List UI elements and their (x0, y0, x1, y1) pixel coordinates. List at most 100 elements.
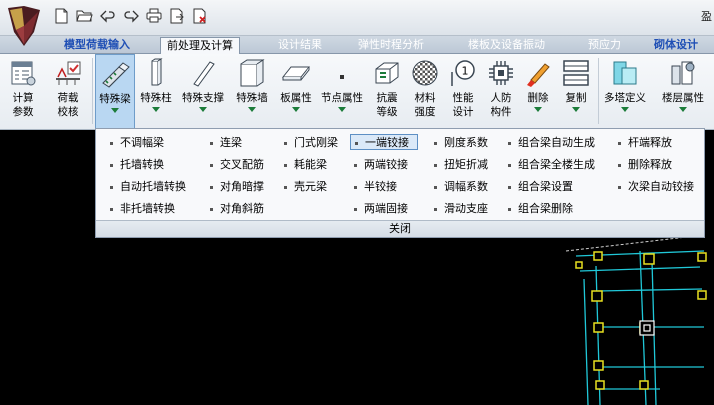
performance-design-button[interactable]: 1 性能 设计 (446, 54, 480, 130)
delete-label: 删除 (527, 92, 549, 104)
copy-button[interactable]: 复制 (558, 54, 594, 130)
special-beam-dropdown: 不调幅梁 托墙转换 自动托墙转换 非托墙转换 连梁 交叉配筋 对角暗撑 对角斜筋… (95, 128, 705, 238)
multi-tower-label: 多塔定义 (604, 92, 646, 104)
menu-item-coupling-beam[interactable]: 连梁 (206, 135, 242, 151)
load-check-label-1: 荷载 (57, 92, 79, 104)
chevron-down-icon (199, 107, 207, 112)
calc-params-icon (8, 58, 38, 88)
chevron-down-icon (338, 107, 346, 112)
copy-label: 复制 (565, 92, 587, 104)
multi-tower-button[interactable]: 多塔定义 (600, 54, 650, 130)
seismic-grade-label-1: 抗震 (376, 92, 398, 104)
menu-item-diagonal-concealed-brace[interactable]: 对角暗撑 (206, 179, 264, 195)
material-strength-icon (410, 58, 440, 88)
menu-item-redistribution-coefficient[interactable]: 调幅系数 (430, 179, 488, 195)
menu-item-cross-reinforcement[interactable]: 交叉配筋 (206, 157, 264, 173)
chevron-down-icon (621, 107, 629, 112)
ribbon-separator (598, 58, 599, 124)
menu-item-composite-beam-whole-building[interactable]: 组合梁全楼生成 (504, 157, 595, 173)
menu-item-portal-frame-beam[interactable]: 门式刚梁 (280, 135, 338, 151)
tab-prestress[interactable]: 预应力 (582, 37, 627, 54)
menu-item-both-ends-hinged[interactable]: 两端铰接 (350, 157, 408, 173)
menu-item-composite-beam-delete[interactable]: 组合梁删除 (504, 201, 573, 217)
print-icon[interactable] (144, 6, 163, 25)
performance-design-label-2: 设计 (452, 106, 474, 118)
menu-item-auto-wall-transfer[interactable]: 自动托墙转换 (106, 179, 186, 195)
menu-item-shell-beam[interactable]: 壳元梁 (280, 179, 327, 195)
special-column-label: 特殊柱 (140, 92, 172, 104)
tab-elastic-time-history[interactable]: 弹性时程分析 (352, 37, 430, 54)
special-beam-button[interactable]: 特殊梁 (95, 54, 135, 130)
tab-model-load-input[interactable]: 模型荷载输入 (58, 37, 136, 54)
special-brace-icon (188, 58, 218, 88)
slab-property-button[interactable]: 板属性 (276, 54, 316, 130)
floor-property-icon (668, 58, 698, 88)
menu-item-stiffness-coefficient[interactable]: 刚度系数 (430, 135, 488, 151)
floor-property-button[interactable]: 楼层属性 (656, 54, 710, 130)
special-brace-button[interactable]: 特殊支撑 (178, 54, 228, 130)
special-column-button[interactable]: 特殊柱 (136, 54, 176, 130)
app-logo-icon[interactable] (4, 2, 44, 50)
menu-item-member-end-release[interactable]: 杆端释放 (614, 135, 672, 151)
special-brace-label: 特殊支撑 (182, 92, 224, 104)
menu-item-no-moment-redistribution-beam[interactable]: 不调幅梁 (106, 135, 164, 151)
tab-slab-equipment-vibration[interactable]: 楼板及设备振动 (462, 37, 551, 54)
menu-item-torsion-reduction[interactable]: 扭矩折减 (430, 157, 488, 173)
node-property-icon (327, 58, 357, 88)
multi-tower-icon (610, 58, 640, 88)
new-file-icon[interactable] (52, 6, 71, 25)
menu-item-diagonal-bars[interactable]: 对角斜筋 (206, 201, 264, 217)
tab-masonry-design[interactable]: 砌体设计 (648, 37, 704, 54)
menu-item-delete-release[interactable]: 删除释放 (614, 157, 672, 173)
menu-item-secondary-beam-auto-hinge[interactable]: 次梁自动铰接 (614, 179, 694, 195)
chevron-down-icon (292, 107, 300, 112)
load-check-button[interactable]: 荷载 校核 (50, 54, 86, 130)
civil-defense-label-1: 人防 (490, 92, 512, 104)
menu-item-one-end-hinged[interactable]: 一端铰接 (350, 134, 418, 150)
open-folder-icon[interactable] (75, 6, 94, 25)
quick-access-toolbar (52, 6, 209, 25)
chevron-down-icon (572, 107, 580, 112)
delete-button[interactable]: 删除 (520, 54, 556, 130)
seismic-grade-button[interactable]: 抗震 等级 (370, 54, 404, 130)
calc-params-label-1: 计算 (12, 92, 34, 104)
tab-preprocess-calc[interactable]: 前处理及计算 (160, 37, 240, 54)
menu-item-composite-beam-auto-generate[interactable]: 组合梁自动生成 (504, 135, 595, 151)
calc-params-label-2: 参数 (12, 106, 34, 118)
seismic-grade-label-2: 等级 (376, 106, 398, 118)
close-file-icon[interactable] (190, 6, 209, 25)
menu-item-semi-hinged[interactable]: 半铰接 (350, 179, 397, 195)
civil-defense-label-2: 构件 (490, 106, 512, 118)
dropdown-close-button[interactable]: 关闭 (96, 220, 704, 237)
undo-icon[interactable] (98, 6, 117, 25)
menu-item-sliding-support[interactable]: 滑动支座 (430, 201, 488, 217)
tab-design-results[interactable]: 设计结果 (272, 37, 328, 54)
seismic-grade-icon (372, 58, 402, 88)
special-wall-button[interactable]: 特殊墙 (230, 54, 274, 130)
material-strength-label-2: 强度 (414, 106, 436, 118)
material-strength-button[interactable]: 材料 强度 (408, 54, 442, 130)
special-wall-label: 特殊墙 (236, 92, 268, 104)
calc-params-button[interactable]: 计算 参数 (6, 54, 40, 130)
export-icon[interactable] (167, 6, 186, 25)
chevron-down-icon (534, 107, 542, 112)
civil-defense-button[interactable]: 人防 构件 (484, 54, 518, 130)
menu-item-composite-beam-settings[interactable]: 组合梁设置 (504, 179, 573, 195)
node-property-button[interactable]: 节点属性 (318, 54, 366, 130)
delete-icon (523, 58, 553, 88)
copy-icon (561, 58, 591, 88)
slab-property-icon (281, 58, 311, 88)
menu-item-non-wall-transfer[interactable]: 非托墙转换 (106, 201, 175, 217)
title-bar: 盈 (0, 0, 714, 36)
material-strength-label-1: 材料 (414, 92, 436, 104)
menu-item-energy-dissipation-beam[interactable]: 耗能梁 (280, 157, 327, 173)
menu-item-wall-transfer[interactable]: 托墙转换 (106, 157, 164, 173)
ribbon-panel: 计算 参数 荷载 校核 特殊梁 特殊柱 特殊支撑 特殊墙 板属性 节点属性 抗震… (0, 54, 714, 130)
special-beam-label: 特殊梁 (99, 93, 131, 105)
redo-icon[interactable] (121, 6, 140, 25)
special-wall-icon (237, 58, 267, 88)
node-property-label: 节点属性 (321, 92, 363, 104)
special-beam-icon (100, 59, 130, 89)
menu-item-both-ends-fixed[interactable]: 两端固接 (350, 201, 408, 217)
window-title: 盈 (701, 10, 712, 23)
